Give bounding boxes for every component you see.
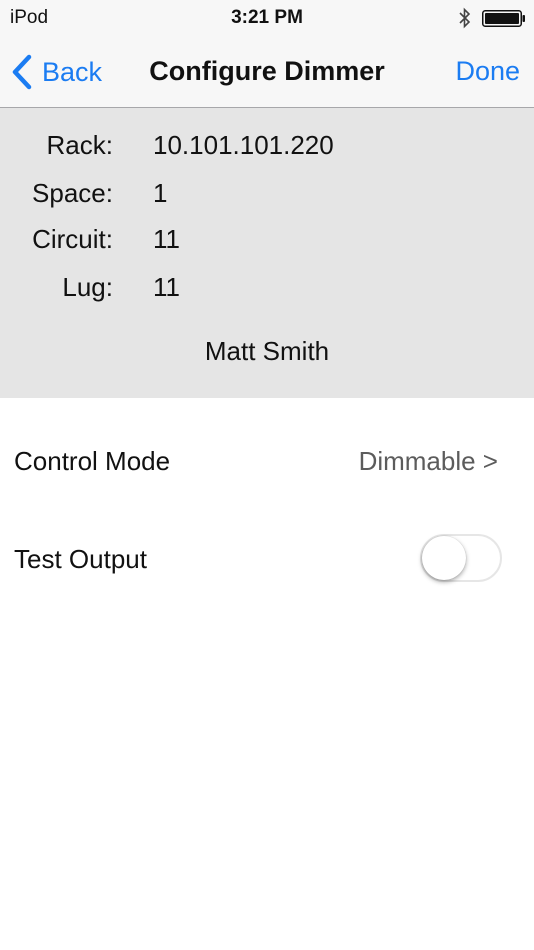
circuit-value: 11 [153,224,180,254]
control-mode-row[interactable]: Control Mode Dimmable > [0,430,534,490]
space-row: Space: 1 [0,178,534,214]
test-output-label: Test Output [14,544,147,574]
test-output-toggle[interactable] [420,534,502,582]
space-label: Space: [32,178,113,208]
space-value: 1 [153,178,168,208]
status-time: 3:21 PM [231,7,303,28]
lug-row: Lug: 11 [0,272,534,308]
owner-name: Matt Smith [204,336,330,366]
rack-value: 10.101.101.220 [153,130,334,160]
navigation-bar: Back Configure Dimmer Done [0,36,534,108]
lug-label: Lug: [62,272,113,302]
control-mode-value[interactable]: Dimmable > [359,446,498,477]
dimmer-info-panel: Rack: 10.101.101.220 Space: 1 Circuit: 1… [0,108,534,398]
page-title: Configure Dimmer [149,56,385,86]
lug-value: 11 [153,272,180,302]
toggle-knob[interactable] [422,536,466,580]
status-bar: iPod 3:21 PM [0,0,534,36]
circuit-row: Circuit: 11 [0,224,534,260]
control-mode-label: Control Mode [14,446,171,476]
bluetooth-icon [459,7,471,29]
done-button[interactable]: Done [455,56,520,87]
rack-label: Rack: [46,130,113,160]
test-output-row: Test Output [0,528,534,588]
battery-icon [482,10,525,27]
circuit-label: Circuit: [32,224,113,254]
rack-row: Rack: 10.101.101.220 [0,130,534,166]
